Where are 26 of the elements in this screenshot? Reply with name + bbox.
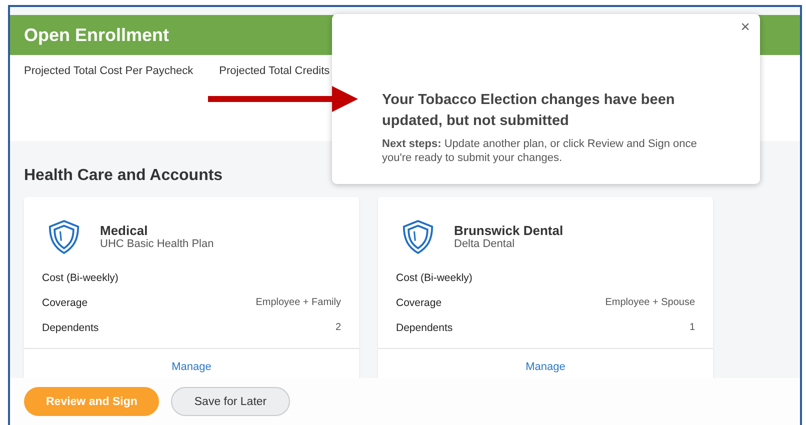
field-label: Dependents	[42, 322, 99, 334]
summary-label: Projected Total Cost Per Paycheck	[24, 65, 194, 77]
field-value: 1	[689, 322, 695, 333]
plan-title: Brunswick Dental	[454, 223, 564, 238]
section-title: Health Care and Accounts	[24, 167, 224, 185]
field-label: Coverage	[42, 296, 88, 308]
summary-label: Projected Total Credits	[219, 65, 330, 77]
shield-icon	[48, 219, 80, 255]
plan-name: UHC Basic Health Plan	[100, 238, 214, 250]
manage-link[interactable]: Manage	[526, 361, 566, 373]
shield-icon	[402, 219, 434, 255]
save-button[interactable]: Save for Later	[171, 387, 290, 416]
page-title: Open Enrollment	[24, 24, 170, 46]
manage-link[interactable]: Manage	[172, 361, 212, 373]
close-button[interactable]: ×	[738, 19, 752, 37]
field-label: Cost (Bi-weekly)	[42, 272, 118, 284]
field-value: Employee + Spouse	[605, 297, 695, 308]
plan-name: Delta Dental	[454, 238, 516, 250]
field-value: 2	[335, 322, 341, 333]
field-value: Employee + Family	[256, 297, 341, 308]
popup-title: Your Tobacco Election changes have been updated, but not submitted	[382, 91, 676, 131]
field-label: Cost (Bi-weekly)	[396, 272, 472, 284]
popup-message: Next steps: Update another plan, or click Review and Sign once you're ready to submit your changes.	[382, 137, 698, 165]
field-label: Dependents	[396, 322, 453, 334]
field-label: Coverage	[396, 296, 442, 308]
plan-title: Medical	[100, 223, 149, 238]
